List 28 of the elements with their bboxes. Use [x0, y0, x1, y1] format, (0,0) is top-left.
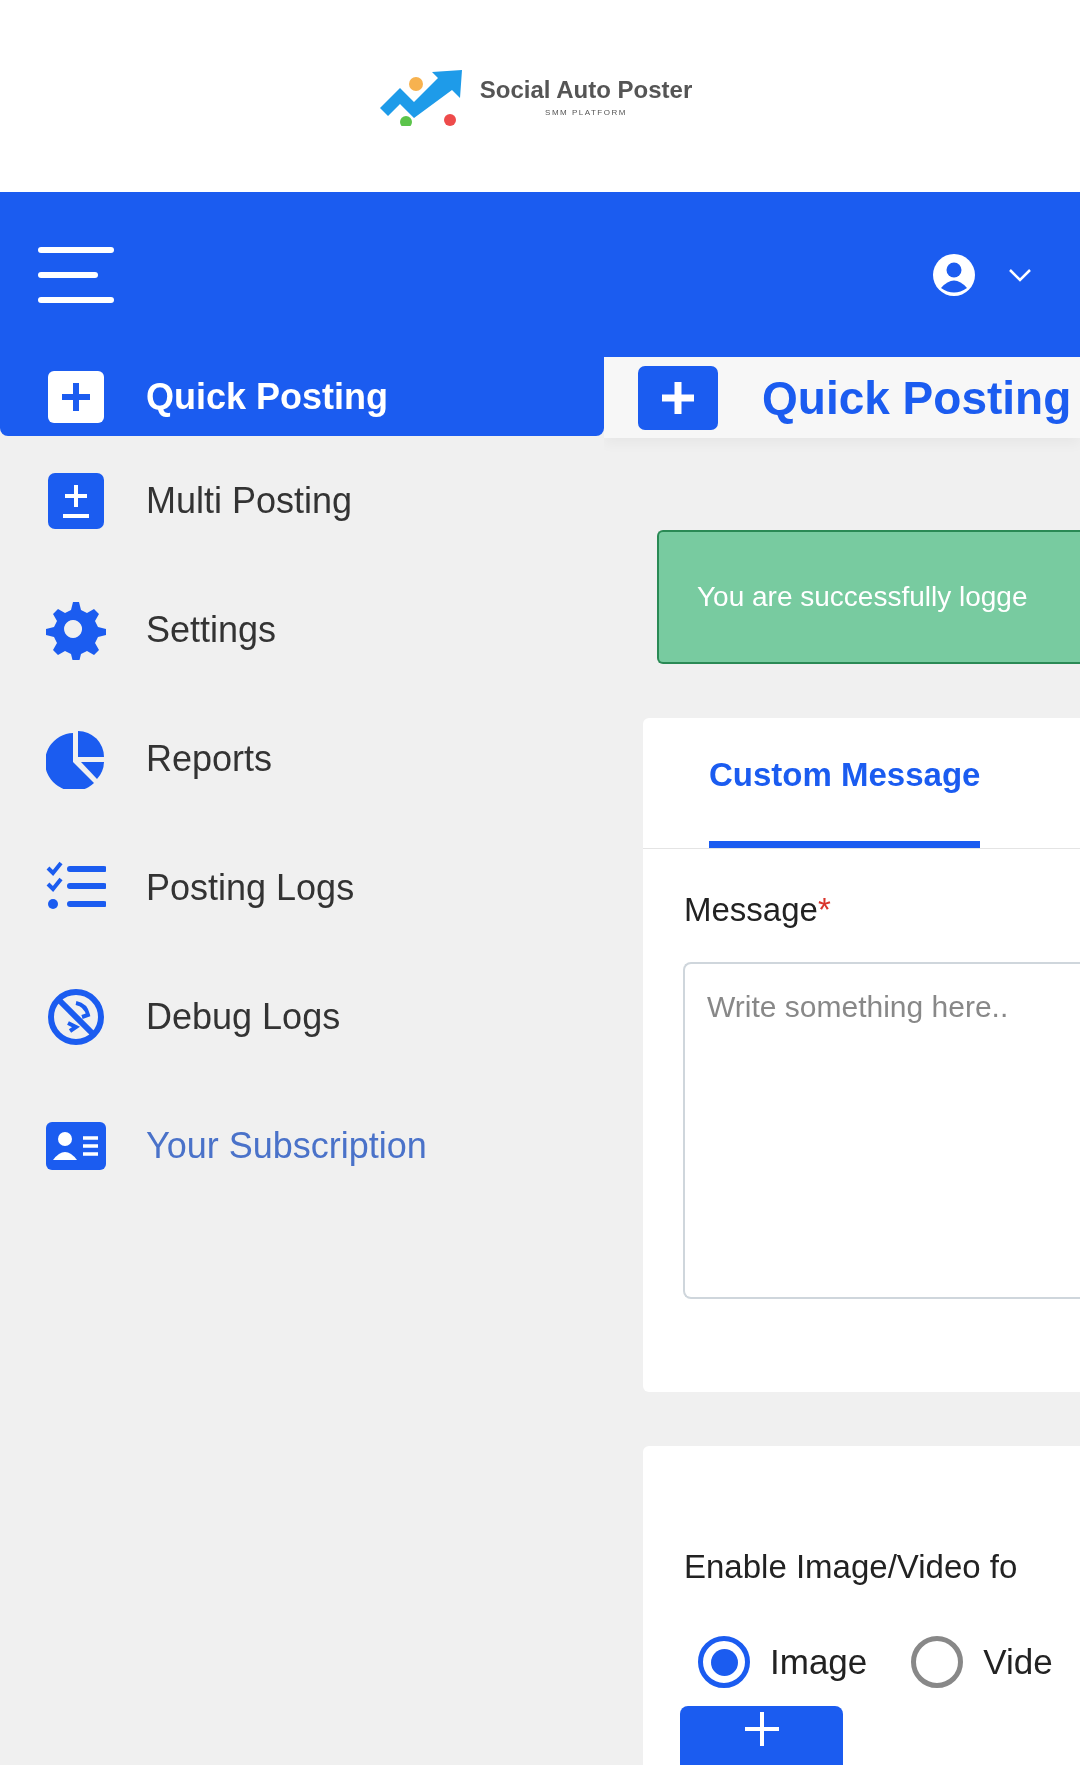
- sidebar-item[interactable]: Reports: [0, 694, 604, 823]
- settings-icon: [46, 599, 106, 660]
- sidebar-item[interactable]: Your Subscription: [0, 1081, 604, 1210]
- bug-slash-icon: [46, 986, 106, 1047]
- plus-minus-icon: [46, 470, 106, 531]
- sidebar-item[interactable]: Posting Logs: [0, 823, 604, 952]
- sidebar-item[interactable]: Debug Logs: [0, 952, 604, 1081]
- plus-box-icon: [638, 365, 718, 430]
- media-label: Enable Image/Video fo: [684, 1548, 1019, 1586]
- message-label: Message*: [684, 891, 832, 929]
- pie-chart-icon: [46, 728, 106, 789]
- user-avatar-icon[interactable]: [932, 252, 976, 297]
- sidebar-item[interactable]: Quick Posting: [0, 357, 604, 436]
- radio-label: Image: [770, 1642, 868, 1682]
- alert-message: You are successfully logge: [697, 581, 1028, 613]
- menu-icon[interactable]: [38, 244, 114, 305]
- radio-label: Vide: [983, 1642, 1053, 1682]
- chevron-down-icon[interactable]: [1008, 267, 1032, 282]
- tab[interactable]: Custom Message: [709, 718, 981, 848]
- add-button[interactable]: [680, 1706, 843, 1765]
- message-field[interactable]: Write something here..: [683, 962, 1080, 1299]
- logo-name: Social Auto Poster: [479, 75, 693, 104]
- radio-button[interactable]: [698, 1636, 750, 1688]
- logo-tagline: SMM PLATFORM: [545, 107, 627, 117]
- sidebar-item[interactable]: Multi Posting: [0, 436, 604, 565]
- radio-button[interactable]: [911, 1636, 964, 1688]
- page-title: Quick Posting: [762, 370, 1072, 425]
- sidebar-item[interactable]: Settings: [0, 565, 604, 694]
